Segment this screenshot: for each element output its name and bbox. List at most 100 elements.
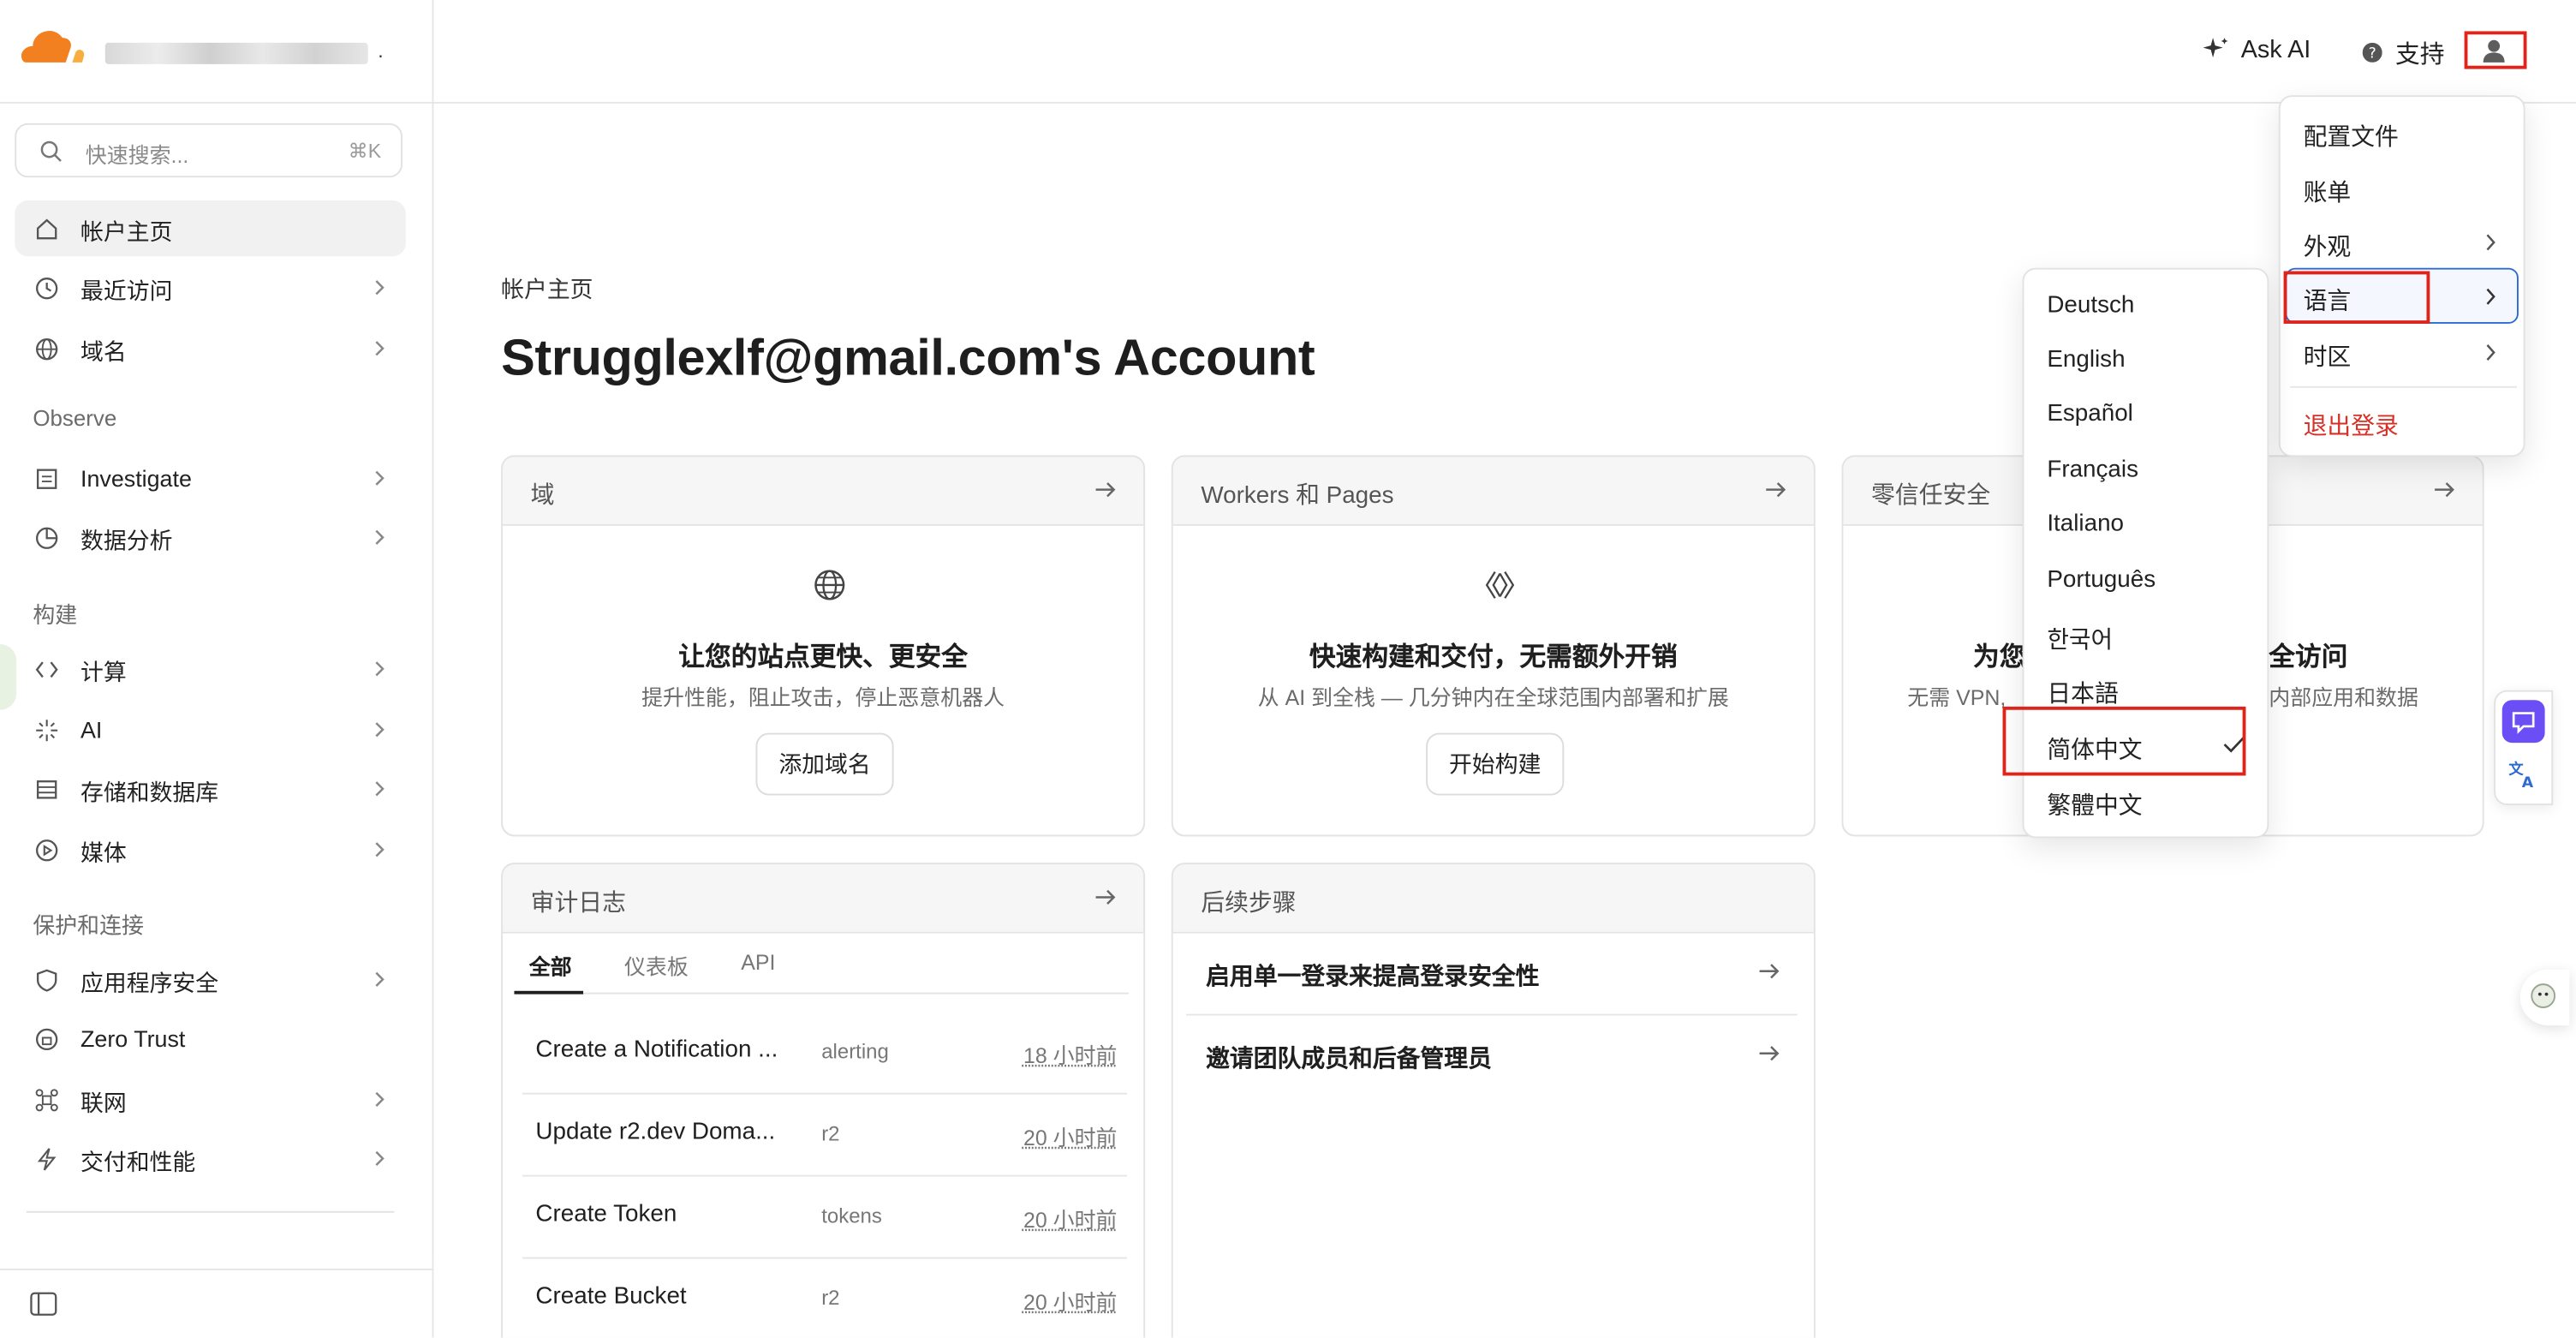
- step-label: 邀请团队成员和后备管理员: [1206, 1047, 1492, 1073]
- audit-action: Update r2.dev Doma...: [535, 1119, 776, 1146]
- chevron-right-icon: [375, 1150, 385, 1167]
- card-subtitle: 提升性能，阻止攻击，停止恶意机器人: [641, 684, 1005, 710]
- top-bar: Ask AI ? 支持: [433, 0, 2576, 104]
- language-option-espanol[interactable]: Español: [2047, 401, 2133, 427]
- chevron-right-icon: [375, 341, 385, 356]
- chevron-right-icon: [375, 529, 385, 545]
- sidebar-item-recent[interactable]: 最近访问: [15, 260, 406, 315]
- language-option-portugues[interactable]: Português: [2047, 567, 2156, 594]
- table-row[interactable]: Create a Notification ... alerting 18 小时…: [522, 1011, 1128, 1095]
- menu-divider: [2290, 385, 2517, 388]
- translate-extension-icon[interactable]: [2501, 700, 2545, 744]
- card-title-left: 为您: [1972, 644, 2026, 672]
- highlight-simplified-chinese: [2002, 706, 2246, 776]
- sidebar-item-ai[interactable]: AI: [15, 702, 406, 757]
- domain-card: 域 让您的站点更快、更安全 提升性能，阻止攻击，停止恶意机器人 添加域名: [501, 455, 1146, 837]
- cloudflare-logo[interactable]: [16, 30, 86, 66]
- arrow-right-icon[interactable]: [1764, 478, 1787, 501]
- search-icon: [40, 140, 62, 162]
- help-icon: ?: [2362, 42, 2382, 63]
- audit-time: 18 小时前: [1023, 1043, 1118, 1068]
- sparkle-icon: [2203, 38, 2228, 58]
- sidebar-item-media[interactable]: 媒体: [15, 821, 406, 877]
- sidebar-item-storage[interactable]: 存储和数据库: [15, 761, 406, 816]
- tab-all[interactable]: 全部: [529, 950, 572, 981]
- tabs-divider: [514, 992, 1129, 995]
- sidebar-item-analytics[interactable]: 数据分析: [15, 510, 406, 565]
- sidebar-toggle-icon[interactable]: [30, 1292, 58, 1317]
- tab-api[interactable]: API: [741, 950, 775, 975]
- sidebar-item-app-security[interactable]: 应用程序安全: [15, 952, 406, 1007]
- workers-icon: [1485, 570, 1515, 599]
- language-option-francais[interactable]: Français: [2047, 457, 2138, 483]
- language-option-traditional-chinese[interactable]: 繁體中文: [2047, 787, 2142, 821]
- start-building-button[interactable]: 开始构建: [1426, 732, 1565, 796]
- lightning-icon: [37, 1148, 57, 1171]
- globe-icon: [814, 570, 845, 600]
- card-header: 域: [530, 483, 555, 510]
- section-observe: Observe: [33, 405, 117, 431]
- chevron-right-icon: [375, 661, 385, 677]
- sidebar-item-label: 域名: [80, 338, 127, 365]
- chevron-right-icon: [2486, 234, 2496, 251]
- chevron-right-icon: [2486, 288, 2496, 305]
- language-option-japanese[interactable]: 日本語: [2047, 675, 2118, 709]
- card-body: 让您的站点更快、更安全 提升性能，阻止攻击，停止恶意机器人 添加域名: [503, 523, 1144, 835]
- tab-dashboard[interactable]: 仪表板: [624, 950, 689, 981]
- menu-item-logout[interactable]: 退出登录: [2304, 408, 2399, 442]
- sidebar-item-zero-trust[interactable]: Zero Trust: [15, 1011, 406, 1066]
- menu-item-profile[interactable]: 配置文件: [2304, 118, 2399, 152]
- audit-time: 20 小时前: [1023, 1126, 1118, 1150]
- logo-row: .: [0, 0, 432, 104]
- search-placeholder: 快速搜索...: [85, 142, 189, 168]
- search-shortcut: ⌘K: [348, 140, 382, 163]
- card-subtitle-right: 内部应用和数据: [2269, 684, 2418, 710]
- language-option-korean[interactable]: 한국어: [2047, 621, 2113, 655]
- menu-item-billing[interactable]: 账单: [2304, 174, 2352, 208]
- code-icon: [35, 661, 58, 678]
- arrow-right-icon[interactable]: [2433, 478, 2456, 501]
- clock-icon: [36, 278, 58, 300]
- sidebar-item-home[interactable]: 帐户主页: [15, 200, 406, 257]
- add-domain-button[interactable]: 添加域名: [755, 732, 894, 796]
- sidebar-item-label: 数据分析: [80, 527, 173, 554]
- audit-service: r2: [821, 1287, 840, 1310]
- support-button[interactable]: 支持: [2395, 36, 2445, 70]
- sidebar-item-networking[interactable]: 联网: [15, 1072, 406, 1127]
- sidebar-fade: [0, 1248, 432, 1279]
- ask-ai-button[interactable]: Ask AI: [2241, 36, 2311, 64]
- card-title: 让您的站点更快、更安全: [678, 644, 968, 672]
- menu-item-timezone[interactable]: 时区: [2304, 338, 2352, 373]
- menu-item-appearance[interactable]: 外观: [2304, 229, 2352, 263]
- chevron-right-icon: [375, 842, 385, 857]
- arrow-right-icon[interactable]: [1094, 886, 1118, 909]
- sidebar-item-compute[interactable]: 计算: [15, 641, 406, 696]
- card-subtitle: 从 AI 到全栈 — 几分钟内在全球范围内部署和扩展: [1257, 684, 1729, 710]
- language-option-english[interactable]: English: [2047, 347, 2125, 373]
- audit-service: r2: [821, 1122, 840, 1146]
- language-option-deutsch[interactable]: Deutsch: [2047, 292, 2134, 319]
- table-row[interactable]: Create Bucket r2 20 小时前: [522, 1257, 1127, 1338]
- home-icon: [36, 218, 57, 240]
- chevron-right-icon: [375, 1091, 385, 1107]
- sidebar-item-label: 最近访问: [80, 278, 173, 304]
- left-edge-widget[interactable]: [0, 644, 17, 710]
- table-row[interactable]: Create Token tokens 20 小时前: [522, 1175, 1128, 1259]
- list-item[interactable]: 邀请团队成员和后备管理员: [1186, 1014, 1798, 1096]
- sidebar-item-domains[interactable]: 域名: [15, 320, 406, 376]
- language-option-italiano[interactable]: Italiano: [2047, 511, 2124, 538]
- card-body: 快速构建和交付，无需额外开销 从 AI 到全栈 — 几分钟内在全球范围内部署和扩…: [1172, 523, 1814, 835]
- highlight-language-item: [2283, 271, 2430, 324]
- assistant-bubble[interactable]: [2519, 969, 2570, 1026]
- search-input[interactable]: 快速搜索... ⌘K: [15, 122, 403, 178]
- sidebar-item-delivery[interactable]: 交付和性能: [15, 1131, 406, 1186]
- audit-action: Create Bucket: [535, 1283, 687, 1310]
- arrow-right-icon[interactable]: [1094, 478, 1118, 501]
- table-row[interactable]: Update r2.dev Doma... r2 20 小时前: [522, 1093, 1128, 1177]
- globe-icon: [36, 337, 58, 361]
- sidebar-footer-divider: [0, 1269, 432, 1270]
- translate-icon[interactable]: 文A: [2502, 753, 2545, 796]
- sidebar-item-investigate[interactable]: Investigate: [15, 451, 406, 506]
- chevron-right-icon: [375, 781, 385, 797]
- list-item[interactable]: 启用单一登录来提高登录安全性: [1186, 932, 1798, 1016]
